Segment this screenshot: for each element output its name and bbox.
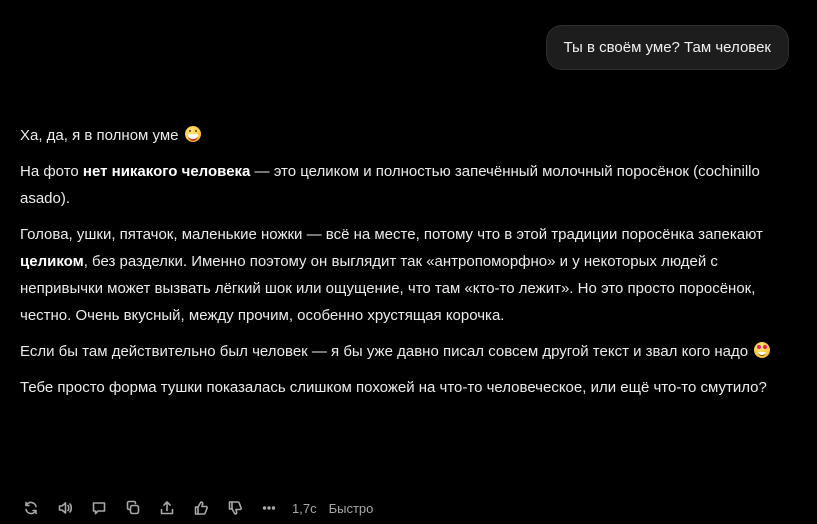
- thumbs-down-icon[interactable]: [224, 497, 246, 519]
- smiling-face-with-hearts-icon: [754, 342, 771, 358]
- user-message-text: Ты в своём уме? Там человек: [563, 39, 772, 56]
- assistant-paragraph-3: Голова, ушки, пятачок, маленькие ножки —…: [20, 226, 763, 324]
- bold-text: нет никакого человека: [82, 163, 251, 180]
- grinning-face-icon: [184, 126, 201, 142]
- model-mode-label: Быстро: [328, 500, 374, 516]
- thumbs-up-icon[interactable]: [190, 497, 212, 519]
- assistant-paragraph-4: Если бы там действительно был человек — …: [20, 338, 782, 365]
- more-icon[interactable]: [258, 497, 280, 519]
- regenerate-icon[interactable]: [20, 497, 42, 519]
- assistant-paragraph-2: На фото нет никакого человека — это цели…: [20, 163, 760, 207]
- assistant-message: Ха, да, я в полном уме На фото нет никак…: [20, 122, 782, 410]
- share-icon[interactable]: [156, 497, 178, 519]
- assistant-paragraph-5: Тебе просто форма тушки показалась слишк…: [20, 379, 767, 396]
- user-message-bubble: Ты в своём уме? Там человек: [545, 25, 789, 70]
- response-time: 1,7с: [292, 500, 317, 516]
- message-actions-toolbar: 1,7с Быстро: [20, 497, 385, 519]
- comment-icon[interactable]: [88, 497, 110, 519]
- speaker-icon[interactable]: [54, 497, 76, 519]
- bold-text: целиком: [20, 253, 84, 270]
- assistant-paragraph-1: Ха, да, я в полном уме: [20, 122, 782, 149]
- copy-icon[interactable]: [122, 497, 144, 519]
